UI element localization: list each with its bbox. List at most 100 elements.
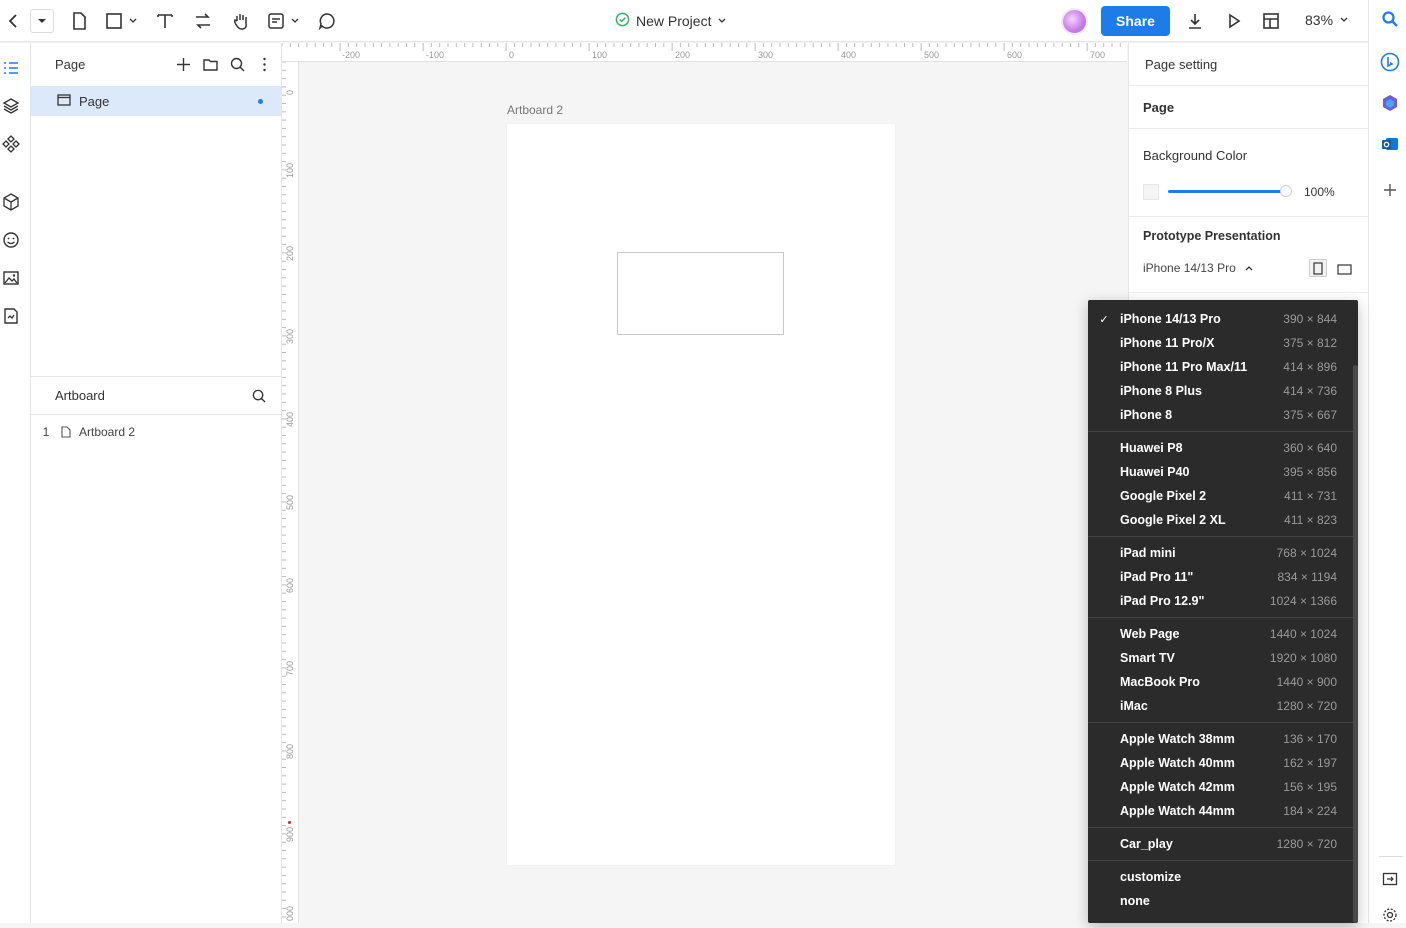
device-option[interactable]: iMac 1280 × 720 [1088, 694, 1354, 718]
device-option-size: 834 × 1194 [1277, 570, 1337, 584]
device-option-name: iPhone 8 [1120, 408, 1173, 422]
device-option[interactable]: iPad mini 768 × 1024 [1088, 541, 1354, 565]
settings-gear-icon[interactable] [1382, 907, 1398, 928]
hand-tool-icon[interactable] [230, 9, 252, 33]
ruler-tick-label: 600 [285, 578, 295, 594]
device-option[interactable]: iPad Pro 12.9" 1024 × 1366 [1088, 589, 1354, 613]
artboard-list-item[interactable]: 1 Artboard 2 [31, 421, 281, 443]
artboard-title[interactable]: Artboard 2 [507, 103, 563, 117]
connector-tool-icon[interactable] [192, 9, 214, 33]
artboard-canvas[interactable] [507, 124, 895, 865]
note-dropdown-icon[interactable] [290, 9, 300, 33]
device-option-size: 375 × 812 [1283, 336, 1337, 350]
device-option-size: 768 × 1024 [1276, 546, 1337, 560]
outline-list-icon[interactable] [2, 59, 20, 77]
check-icon: ✓ [1099, 313, 1109, 326]
outlook-icon[interactable] [1380, 134, 1400, 159]
folder-icon[interactable] [202, 56, 219, 78]
device-option[interactable]: Apple Watch 44mm 184 × 224 [1088, 799, 1354, 823]
device-option-name: Car_play [1120, 837, 1173, 851]
device-option[interactable]: Apple Watch 40mm 162 × 197 [1088, 751, 1354, 775]
search-icon[interactable] [1381, 10, 1399, 33]
copilot-icon[interactable] [1380, 93, 1400, 118]
new-page-icon[interactable] [68, 9, 90, 33]
device-option[interactable]: Smart TV 1920 × 1080 [1088, 646, 1354, 670]
opacity-slider-handle[interactable] [1280, 185, 1292, 197]
page-list-item[interactable]: Page [31, 86, 281, 116]
more-options-icon[interactable] [256, 56, 273, 78]
dropdown-separator [1088, 722, 1354, 723]
device-option[interactable]: iPhone 8 375 × 667 [1088, 403, 1354, 427]
menu-dropdown-icon[interactable] [30, 9, 54, 33]
device-option-name: Web Page [1120, 627, 1180, 641]
device-option-name: iPad mini [1120, 546, 1176, 560]
landscape-orientation-icon[interactable] [1337, 262, 1352, 280]
device-option[interactable]: iPhone 11 Pro/X 375 × 812 [1088, 331, 1354, 355]
artboard-header: Artboard [31, 376, 281, 415]
device-option[interactable]: ✓ iPhone 14/13 Pro 390 × 844 [1088, 307, 1354, 331]
device-option[interactable]: Apple Watch 38mm 136 × 170 [1088, 727, 1354, 751]
device-option[interactable]: Car_play 1280 × 720 [1088, 832, 1354, 856]
device-option-name: MacBook Pro [1120, 675, 1200, 689]
portrait-orientation-icon[interactable] [1309, 259, 1327, 277]
dropdown-separator [1088, 827, 1354, 828]
device-option[interactable]: customize [1088, 865, 1354, 889]
device-selector[interactable]: iPhone 14/13 Pro [1143, 261, 1254, 275]
device-option-size: 184 × 224 [1283, 804, 1337, 818]
device-option[interactable]: Web Page 1440 × 1024 [1088, 622, 1354, 646]
comment-tool-icon[interactable] [316, 9, 338, 33]
play-icon[interactable] [1224, 9, 1244, 33]
device-option[interactable]: Huawei P40 395 × 856 [1088, 460, 1354, 484]
ruler-tick-label: 300 [285, 329, 295, 345]
device-option[interactable]: Google Pixel 2 XL 411 × 823 [1088, 508, 1354, 532]
device-option[interactable]: MacBook Pro 1440 × 900 [1088, 670, 1354, 694]
emoji-icon[interactable] [2, 231, 20, 249]
background-color-swatch[interactable] [1143, 184, 1159, 200]
layout-panel-icon[interactable] [1261, 9, 1281, 33]
image-icon[interactable] [2, 269, 20, 287]
device-option-size: 414 × 736 [1283, 384, 1337, 398]
device-option-size: 162 × 197 [1283, 756, 1337, 770]
saved-check-icon [615, 12, 630, 30]
rectangle-tool-icon[interactable] [104, 9, 124, 33]
current-page-indicator [258, 99, 263, 104]
note-tool-icon[interactable] [266, 9, 286, 33]
share-button[interactable]: Share [1101, 6, 1170, 36]
device-option[interactable]: iPhone 8 Plus 414 × 736 [1088, 379, 1354, 403]
device-option[interactable]: Apple Watch 42mm 156 × 195 [1088, 775, 1354, 799]
bing-icon[interactable] [1380, 52, 1400, 77]
add-app-icon[interactable] [1382, 182, 1398, 203]
device-option[interactable]: Google Pixel 2 411 × 731 [1088, 484, 1354, 508]
device-option[interactable]: none [1088, 889, 1354, 913]
zoom-value: 83% [1305, 12, 1334, 28]
document-sign-icon[interactable] [2, 307, 20, 325]
shape-dropdown-icon[interactable] [128, 9, 138, 33]
opacity-slider[interactable] [1168, 190, 1283, 193]
zoom-selector[interactable]: 83% [1305, 12, 1349, 28]
ruler-tick-label: 800 [285, 744, 295, 760]
dropdown-scrollbar[interactable] [1353, 365, 1358, 923]
components-icon[interactable] [2, 135, 20, 153]
ruler-tick-label: 100 [285, 163, 295, 179]
project-title[interactable]: New Project [615, 10, 727, 32]
device-option[interactable]: iPad Pro 11" 834 × 1194 [1088, 565, 1354, 589]
back-chevron-icon[interactable] [4, 9, 24, 33]
search-icon[interactable] [229, 56, 246, 78]
page-item-label: Page [79, 93, 110, 109]
device-option-name: Smart TV [1120, 651, 1175, 665]
download-icon[interactable] [1184, 9, 1206, 33]
layers-icon[interactable] [2, 97, 20, 115]
ruler-tick-label: 900 [285, 827, 295, 843]
right-app-rail [1368, 0, 1406, 923]
artboard-search-icon[interactable] [251, 388, 267, 407]
device-option-name: iPhone 11 Pro/X [1120, 336, 1215, 350]
device-option[interactable]: Huawei P8 360 × 640 [1088, 436, 1354, 460]
device-option[interactable]: iPhone 11 Pro Max/11 414 × 896 [1088, 355, 1354, 379]
side-panel-toggle-icon[interactable] [1382, 871, 1398, 892]
dropdown-separator [1088, 431, 1354, 432]
text-tool-icon[interactable] [155, 9, 175, 33]
plugin-cube-icon[interactable] [2, 193, 20, 211]
avatar[interactable] [1061, 8, 1088, 35]
add-page-icon[interactable] [175, 56, 192, 78]
rectangle-shape[interactable] [617, 252, 784, 335]
